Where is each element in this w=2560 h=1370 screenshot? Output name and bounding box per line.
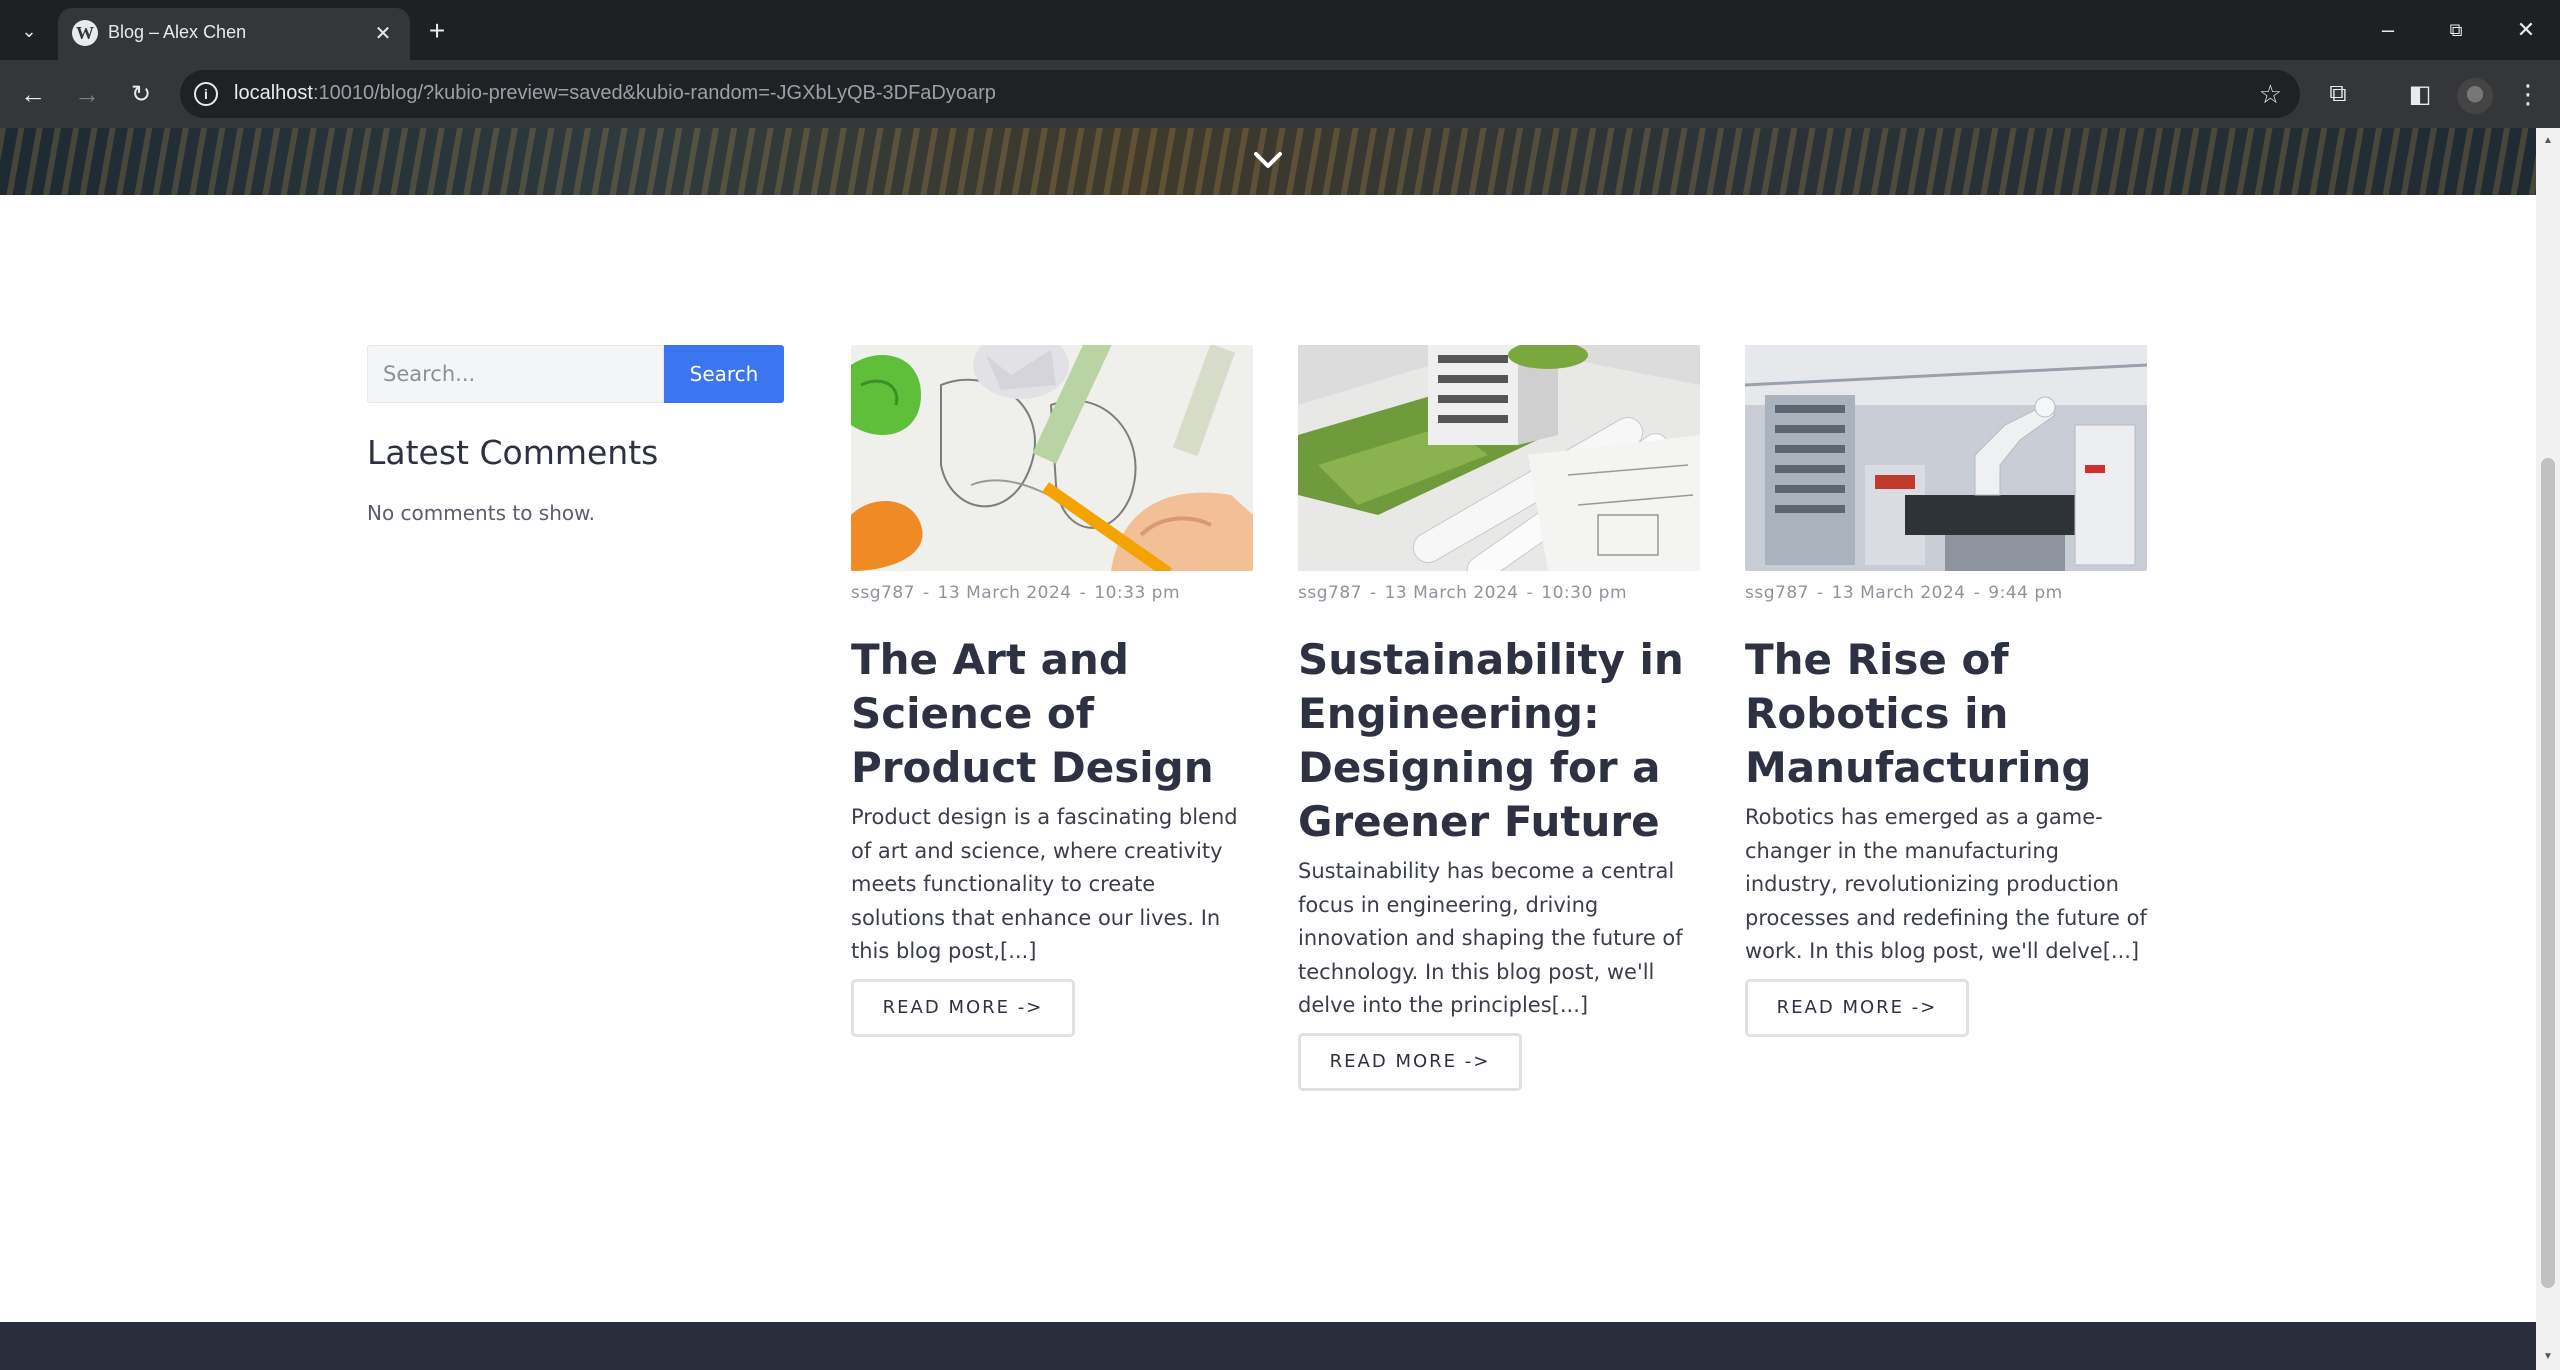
product-sketch-illustration [851, 345, 1253, 571]
scroll-down-arrow-icon[interactable] [1250, 142, 1286, 178]
scrollbar-thumb[interactable] [2541, 458, 2555, 1288]
post-date[interactable]: 13 March 2024 [1832, 583, 1966, 603]
scroll-down-arrow-icon[interactable]: ▼ [2542, 1350, 2554, 1362]
forward-icon[interactable]: → [67, 74, 107, 114]
restore-icon[interactable]: ⧉ [2422, 0, 2490, 60]
post-excerpt: Product design is a fascinating blend of… [851, 805, 1238, 963]
read-more-button[interactable]: READ MORE -> [851, 978, 1075, 1037]
page-viewport: Search... Search Latest Comments No comm… [0, 128, 2536, 1370]
post-title[interactable]: Sustainability in Engineering: Designing… [1298, 633, 1700, 849]
meta-separator: - [1526, 583, 1534, 603]
post-thumbnail-sketch-image[interactable] [851, 345, 1253, 571]
menu-kebab-icon[interactable]: ⋮ [2508, 74, 2548, 114]
extensions-icon[interactable]: ⧉ [2318, 74, 2358, 114]
post-meta: ssg787-13 March 2024-10:30 pm [1298, 583, 1700, 603]
post-title[interactable]: The Art and Science of Product Design [851, 633, 1253, 795]
reload-icon[interactable]: ↻ [121, 74, 161, 114]
green-building-illustration [1298, 345, 1700, 571]
minimize-icon[interactable]: – [2354, 0, 2422, 60]
read-more-button[interactable]: READ MORE -> [1298, 1032, 1522, 1091]
site-info-icon[interactable]: i [194, 82, 218, 106]
address-bar[interactable]: i localhost:10010/blog/?kubio-preview=sa… [180, 70, 2300, 118]
meta-separator: - [1369, 583, 1377, 603]
browser-tab-bar: ⌄ W Blog – Alex Chen ✕ + – ⧉ ✕ [0, 0, 2560, 60]
post-title[interactable]: The Rise of Robotics in Manufacturing [1745, 633, 2147, 795]
search-button[interactable]: Search [664, 345, 784, 403]
new-tab-icon[interactable]: + [420, 14, 454, 48]
page-scrollbar[interactable]: ▲ ▼ [2536, 128, 2560, 1370]
blog-post-card: ssg787-13 March 2024-10:33 pm The Art an… [851, 345, 1253, 1037]
post-author[interactable]: ssg787 [1745, 583, 1809, 603]
meta-separator: - [1816, 583, 1824, 603]
post-date[interactable]: 13 March 2024 [1385, 583, 1519, 603]
bookmark-star-icon[interactable]: ☆ [2259, 79, 2282, 110]
post-time[interactable]: 10:33 pm [1094, 583, 1180, 603]
tab-search-chevron-icon[interactable]: ⌄ [12, 14, 46, 48]
hero-banner-image [0, 128, 2536, 195]
meta-separator: - [1973, 583, 1981, 603]
blog-post-card: ssg787-13 March 2024-9:44 pm The Rise of… [1745, 345, 2147, 1037]
post-date[interactable]: 13 March 2024 [938, 583, 1072, 603]
tab-title: Blog – Alex Chen [108, 22, 247, 42]
no-comments-text: No comments to show. [367, 501, 595, 525]
meta-separator: - [922, 583, 930, 603]
post-excerpt: Sustainability has become a central focu… [1298, 859, 1683, 1017]
side-panel-icon[interactable]: ◧ [2400, 74, 2440, 114]
post-author[interactable]: ssg787 [851, 583, 915, 603]
blog-post-card: ssg787-13 March 2024-10:30 pm Sustainabi… [1298, 345, 1700, 1091]
post-meta: ssg787-13 March 2024-9:44 pm [1745, 583, 2147, 603]
back-icon[interactable]: ← [13, 74, 53, 114]
read-more-button[interactable]: READ MORE -> [1745, 978, 1969, 1037]
footer [0, 1322, 2536, 1370]
post-time[interactable]: 10:30 pm [1541, 583, 1627, 603]
post-excerpt: Robotics has emerged as a game-changer i… [1745, 805, 2147, 963]
search-input[interactable]: Search... [367, 345, 664, 403]
close-tab-icon[interactable]: ✕ [368, 18, 398, 48]
profile-avatar[interactable] [2457, 78, 2493, 114]
post-time[interactable]: 9:44 pm [1988, 583, 2062, 603]
post-thumbnail-robotics-image[interactable] [1745, 345, 2147, 571]
post-thumbnail-architecture-image[interactable] [1298, 345, 1700, 571]
factory-robot-illustration [1745, 345, 2147, 571]
meta-separator: - [1079, 583, 1087, 603]
url-text[interactable]: localhost:10010/blog/?kubio-preview=save… [234, 82, 996, 105]
post-meta: ssg787-13 March 2024-10:33 pm [851, 583, 1253, 603]
latest-comments-title: Latest Comments [367, 433, 659, 472]
browser-toolbar: ← → ↻ i localhost:10010/blog/?kubio-prev… [0, 60, 2560, 128]
browser-tab[interactable]: W Blog – Alex Chen ✕ [58, 8, 410, 60]
wordpress-icon: W [72, 20, 98, 46]
scroll-up-arrow-icon[interactable]: ▲ [2542, 134, 2554, 146]
post-author[interactable]: ssg787 [1298, 583, 1362, 603]
close-window-icon[interactable]: ✕ [2492, 0, 2560, 60]
